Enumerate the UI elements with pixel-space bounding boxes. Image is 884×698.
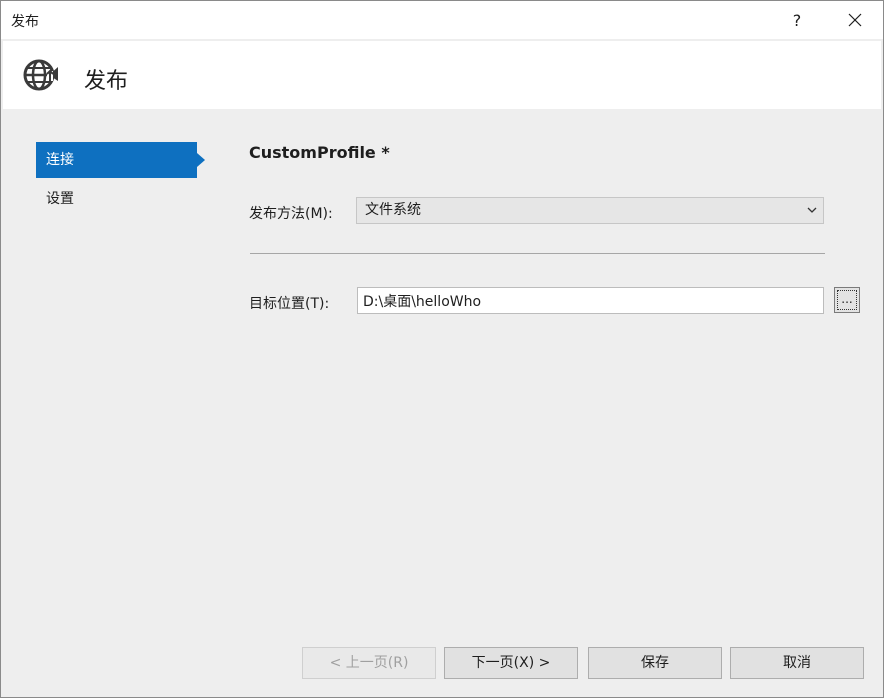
cancel-button[interactable]: 取消 <box>730 647 864 679</box>
save-button[interactable]: 保存 <box>588 647 722 679</box>
publish-method-select[interactable]: 文件系统 <box>356 197 824 224</box>
header-band: 发布 <box>3 41 881 109</box>
nav-item-connection[interactable]: 连接 <box>36 142 205 178</box>
target-location-label: 目标位置(T): <box>249 296 330 312</box>
close-button[interactable] <box>827 1 883 39</box>
previous-button[interactable]: < 上一页(R) <box>302 647 436 679</box>
next-button[interactable]: 下一页(X) > <box>444 647 578 679</box>
header-title: 发布 <box>84 69 129 94</box>
help-button[interactable]: ? <box>769 1 825 39</box>
globe-publish-icon <box>23 59 58 91</box>
divider <box>250 253 825 254</box>
nav-item-settings[interactable]: 设置 <box>36 181 197 217</box>
publish-method-label: 发布方法(M): <box>249 206 333 222</box>
close-icon <box>848 13 862 27</box>
title-bar: 发布 ? <box>1 1 883 39</box>
publish-dialog: 发布 ? 发布 连接 设置 CustomProfile * 发布方法(M): 文… <box>0 0 884 698</box>
chevron-down-icon <box>807 207 817 213</box>
window-title: 发布 <box>11 14 39 30</box>
publish-method-value: 文件系统 <box>365 202 421 218</box>
target-location-input[interactable] <box>357 287 824 314</box>
profile-title: CustomProfile * <box>249 143 390 162</box>
browse-button[interactable]: ... <box>834 287 860 313</box>
